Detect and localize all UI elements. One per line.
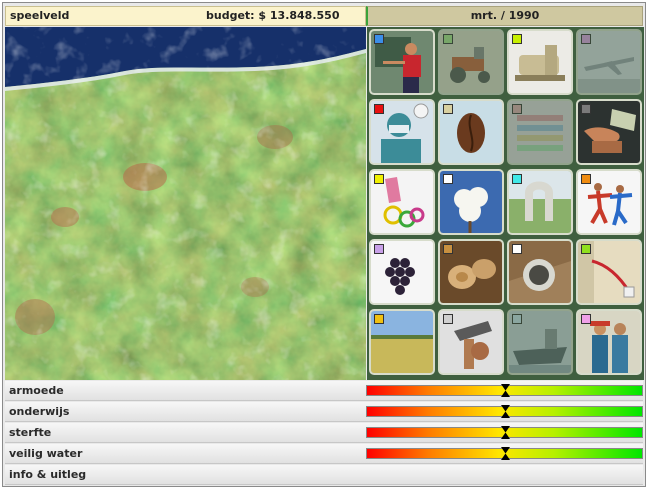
indicator-marker-icon bbox=[500, 405, 510, 418]
indicator-marker-icon bbox=[500, 426, 510, 439]
indicator-bar-veilig-water bbox=[366, 447, 643, 460]
indicator-row-onderwijs: onderwijs bbox=[5, 402, 643, 422]
tile-wheat-field[interactable] bbox=[369, 309, 435, 375]
date-readout: mrt. / 1990 bbox=[470, 9, 540, 22]
indicator-bar-armoede bbox=[366, 384, 643, 397]
indicator-label: armoede bbox=[9, 384, 64, 397]
tile-color-square bbox=[374, 314, 384, 324]
indicator-label: sterfte bbox=[9, 426, 52, 439]
tile-timber[interactable] bbox=[438, 239, 504, 305]
tile-dancers[interactable] bbox=[576, 169, 642, 235]
tile-color-square bbox=[512, 174, 522, 184]
tile-sewer-pipe[interactable] bbox=[507, 239, 573, 305]
tile-coffee-bean[interactable] bbox=[438, 99, 504, 165]
tile-color-square bbox=[374, 244, 384, 254]
satellite-map[interactable] bbox=[5, 27, 366, 380]
tile-tractor[interactable] bbox=[438, 29, 504, 95]
tile-color-square bbox=[374, 174, 384, 184]
tile-electricity[interactable] bbox=[576, 239, 642, 305]
tile-education[interactable] bbox=[369, 29, 435, 95]
tile-color-square bbox=[581, 244, 591, 254]
indicator-marker-icon bbox=[500, 447, 510, 460]
indicator-bar-onderwijs bbox=[366, 405, 643, 418]
tile-color-square bbox=[512, 34, 522, 44]
tile-grapes[interactable] bbox=[369, 239, 435, 305]
info-label: info & uitleg bbox=[9, 468, 87, 481]
terrain-image bbox=[5, 27, 366, 380]
tile-cargo-ship[interactable] bbox=[507, 309, 573, 375]
indicator-bar-sterfte bbox=[366, 426, 643, 439]
info-button[interactable]: info & uitleg bbox=[5, 465, 643, 485]
tile-color-square bbox=[443, 314, 453, 324]
tile-color-square bbox=[374, 104, 384, 114]
tile-health-worker[interactable] bbox=[369, 99, 435, 165]
playfield-title: speelveld bbox=[10, 9, 70, 22]
playfield-header: speelveld budget: $ 13.848.550 bbox=[5, 6, 366, 26]
tile-airplane[interactable] bbox=[576, 29, 642, 95]
tile-condoms[interactable] bbox=[369, 169, 435, 235]
indicator-row-veilig-water: veilig water bbox=[5, 444, 643, 464]
indicator-row-armoede: armoede bbox=[5, 381, 643, 401]
indicator-label: veilig water bbox=[9, 447, 83, 460]
policy-tile-grid bbox=[367, 27, 644, 380]
tile-women-workers[interactable] bbox=[576, 309, 642, 375]
indicator-marker-icon bbox=[500, 384, 510, 397]
date-header: mrt. / 1990 bbox=[366, 6, 643, 26]
tile-color-square bbox=[512, 244, 522, 254]
tile-color-square bbox=[443, 174, 453, 184]
tile-color-square bbox=[512, 314, 522, 324]
top-bar: speelveld budget: $ 13.848.550 mrt. / 19… bbox=[3, 3, 645, 26]
tile-water-pipes[interactable] bbox=[507, 169, 573, 235]
tile-color-square bbox=[581, 104, 591, 114]
tile-color-square bbox=[374, 34, 384, 44]
indicator-row-sterfte: sterfte bbox=[5, 423, 643, 443]
tile-textiles[interactable] bbox=[507, 99, 573, 165]
tile-color-square bbox=[581, 34, 591, 44]
tile-cotton[interactable] bbox=[438, 169, 504, 235]
tile-color-square bbox=[443, 244, 453, 254]
tile-hammer-tool[interactable] bbox=[438, 309, 504, 375]
indicator-label: onderwijs bbox=[9, 405, 70, 418]
tile-sewing-machine[interactable] bbox=[507, 29, 573, 95]
tile-money-handshake[interactable] bbox=[576, 99, 642, 165]
game-window: speelveld budget: $ 13.848.550 mrt. / 19… bbox=[2, 2, 646, 487]
tile-color-square bbox=[581, 314, 591, 324]
tile-color-square bbox=[512, 104, 522, 114]
tile-color-square bbox=[581, 174, 591, 184]
tile-color-square bbox=[443, 34, 453, 44]
budget-readout: budget: $ 13.848.550 bbox=[206, 9, 340, 22]
tile-color-square bbox=[443, 104, 453, 114]
